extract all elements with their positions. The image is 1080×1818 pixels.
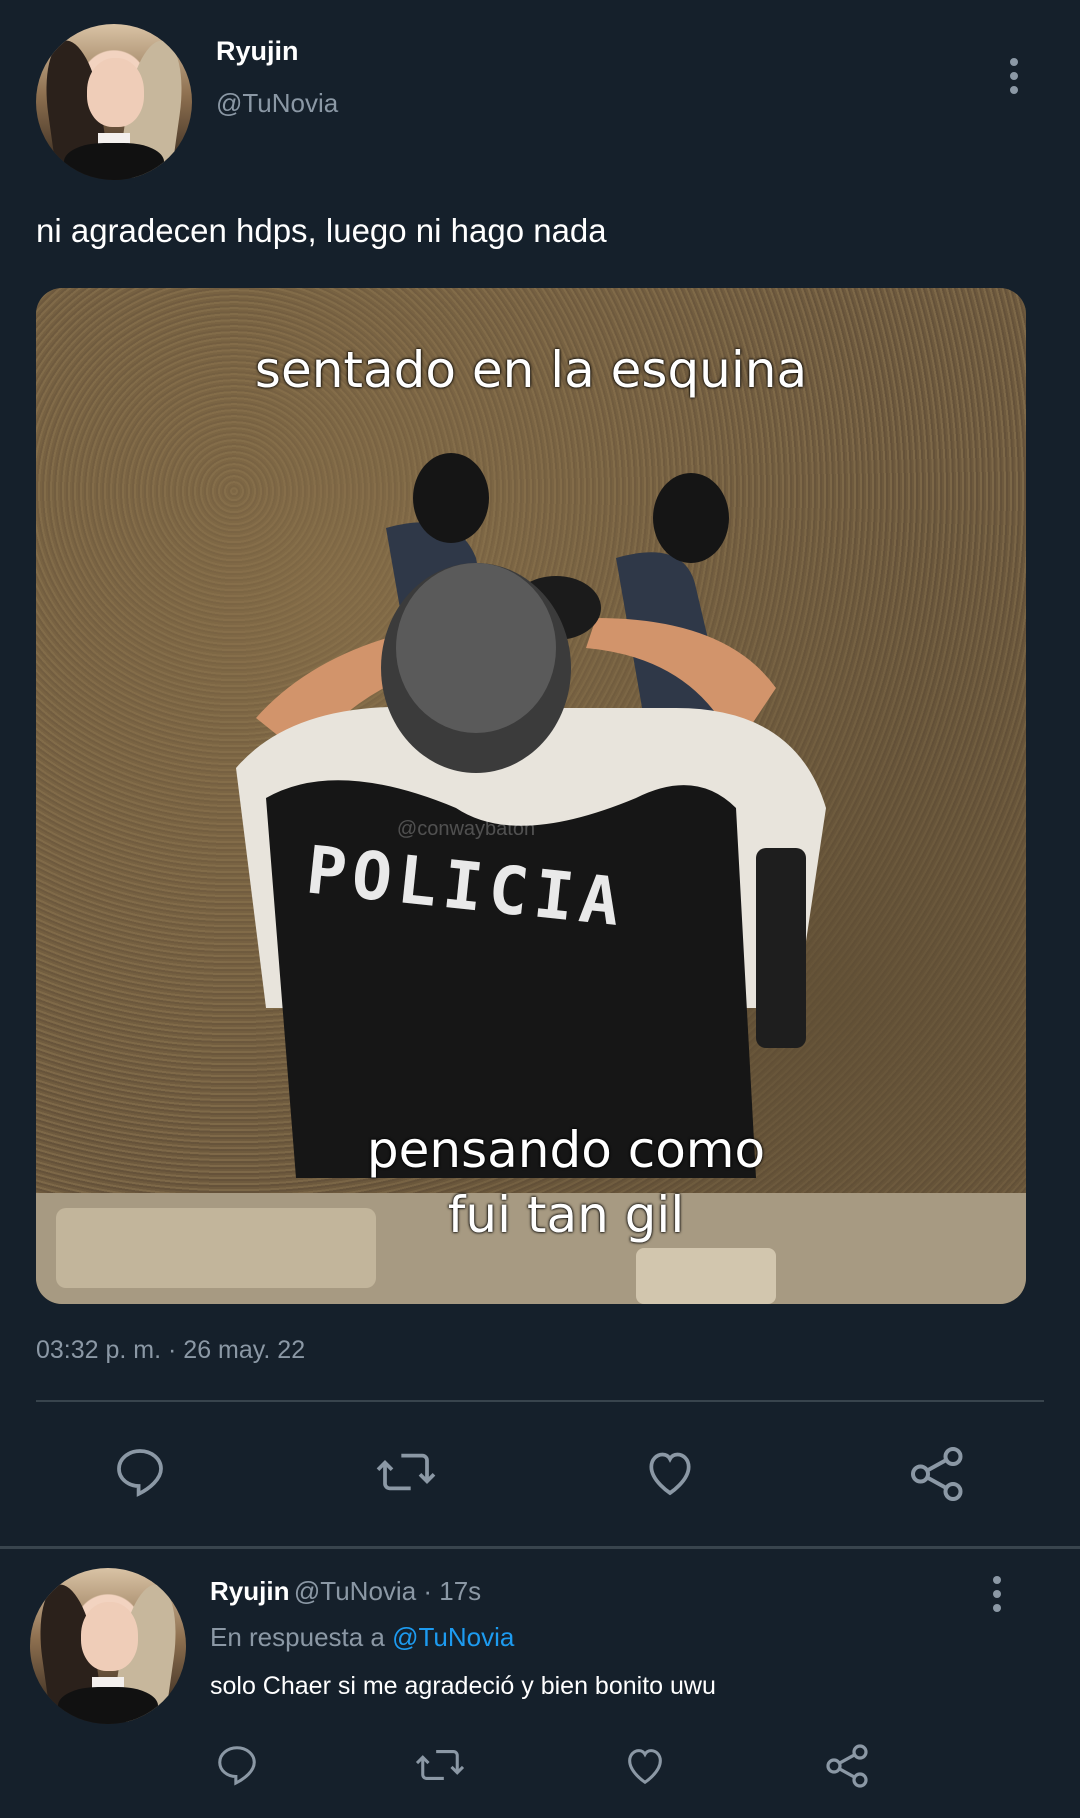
retweet-button[interactable] xyxy=(372,1444,440,1500)
author-handle[interactable]: @TuNovia xyxy=(216,88,338,119)
reply-retweet-button[interactable] xyxy=(412,1742,468,1788)
reply-author-handle-time[interactable]: @TuNovia · 17s xyxy=(294,1576,481,1606)
divider xyxy=(36,1400,1044,1402)
reply-like-button[interactable] xyxy=(620,1742,670,1788)
tweet-timestamp[interactable]: 03:32 p. m. · 26 may. 22 xyxy=(36,1336,305,1365)
share-icon xyxy=(911,1447,963,1501)
section-divider xyxy=(0,1546,1080,1549)
retweet-icon xyxy=(415,1750,465,1780)
author-name[interactable]: Ryujin xyxy=(216,36,299,67)
reply-icon xyxy=(218,1746,256,1786)
like-icon xyxy=(628,1749,662,1785)
author-avatar[interactable] xyxy=(36,24,192,180)
reply-text: solo Chaer si me agradeció y bien bonito… xyxy=(210,1672,716,1700)
replying-to-link[interactable]: @TuNovia xyxy=(392,1622,514,1652)
reply-header: Ryujin @TuNovia · 17s xyxy=(210,1576,481,1607)
tweet-media-image[interactable]: POLICIA @conwaybaton sentado en la esqui… xyxy=(36,288,1026,1304)
reply-button[interactable] xyxy=(110,1444,170,1500)
reply-author-name[interactable]: Ryujin xyxy=(210,1576,289,1606)
reply-reply-button[interactable] xyxy=(212,1742,262,1788)
reply-icon xyxy=(117,1449,163,1497)
reply-more-options-icon[interactable] xyxy=(993,1576,1001,1612)
meme-caption-top: sentado en la esquina xyxy=(254,341,808,399)
replying-to-line: En respuesta a @TuNovia xyxy=(210,1622,514,1653)
like-icon xyxy=(649,1452,691,1496)
like-button[interactable] xyxy=(640,1444,700,1500)
retweet-icon xyxy=(376,1453,436,1491)
more-options-icon[interactable] xyxy=(1010,58,1018,94)
tweet-text: ni agradecen hdps, luego ni hago nada xyxy=(36,212,607,249)
share-button[interactable] xyxy=(908,1444,968,1504)
reply-share-button[interactable] xyxy=(824,1742,872,1790)
replying-to-prefix: En respuesta a xyxy=(210,1622,385,1652)
share-icon xyxy=(826,1744,868,1788)
meme-caption-bottom: pensando como fui tan gil xyxy=(366,1121,766,1244)
watermark-text: @conwaybaton xyxy=(396,818,536,840)
reply-avatar[interactable] xyxy=(30,1568,186,1724)
